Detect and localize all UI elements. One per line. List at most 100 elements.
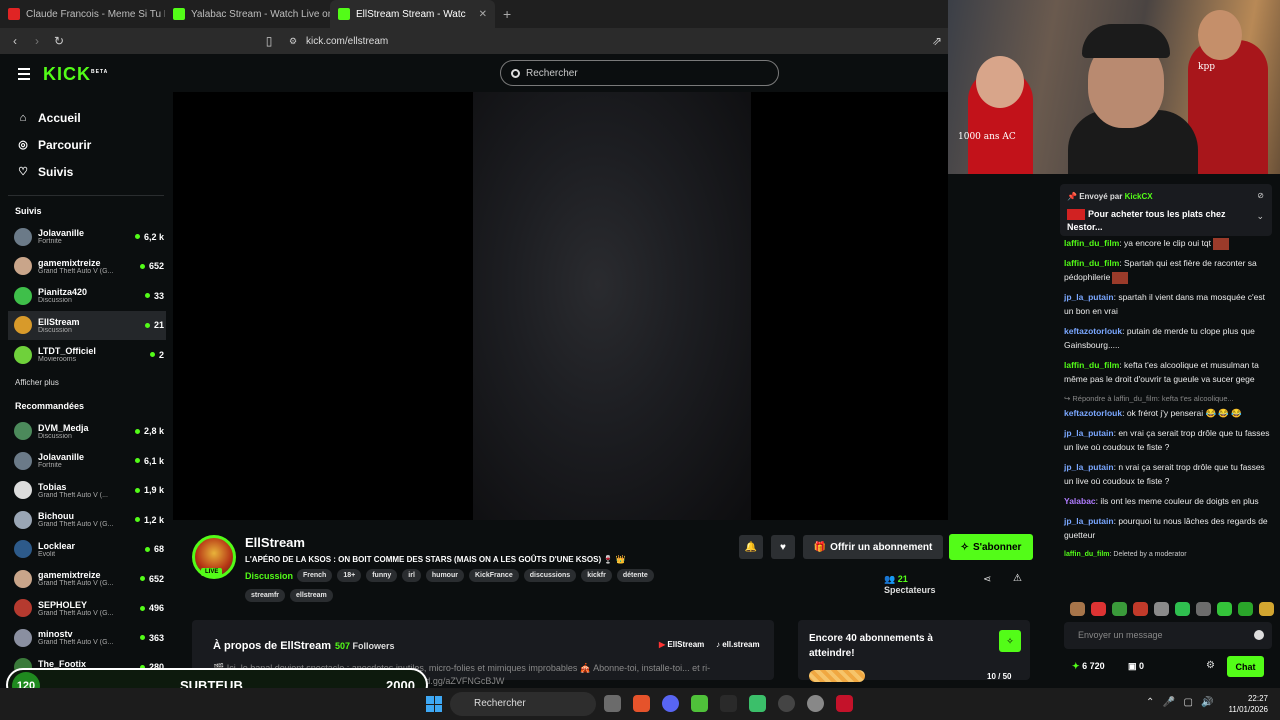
nav-home[interactable]: ⌂ Accueil [16, 104, 172, 131]
youtube-icon [8, 8, 20, 20]
channel-item[interactable]: EllStream Discussion 21 [8, 310, 166, 340]
browser-tab[interactable]: Yalabac Stream - Watch Live on Kick [165, 0, 330, 28]
channel-points[interactable]: ✦ 6 720 [1072, 661, 1105, 672]
channel-item[interactable]: Bichouu Grand Theft Auto V (G... 1,2 k [0, 505, 172, 535]
chat-username[interactable]: jp_la_putain [1064, 292, 1114, 302]
emote-icon[interactable] [1112, 602, 1127, 616]
channel-item[interactable]: LTDT_Officiel Movierooms 2 [0, 340, 172, 370]
chat-username[interactable]: jp_la_putain [1064, 428, 1114, 438]
tag-chip[interactable]: kickfr [581, 569, 612, 582]
emote-icon[interactable] [1196, 602, 1211, 616]
menu-icon[interactable] [18, 68, 30, 83]
site-info-icon[interactable]: ⚙ [286, 36, 300, 47]
show-more-link[interactable]: Afficher plus [0, 378, 172, 387]
emote-icon[interactable] [1091, 602, 1106, 616]
reload-icon[interactable]: ↻ [52, 34, 66, 48]
channel-item[interactable]: gamemixtreize Grand Theft Auto V (G... 652 [0, 564, 172, 594]
nav-following[interactable]: ♡ Suivis [16, 158, 172, 185]
emote-icon[interactable] [1154, 602, 1169, 616]
windows-start-icon[interactable] [426, 696, 442, 712]
search-input[interactable]: Rechercher [500, 60, 779, 86]
app-icon[interactable] [691, 695, 708, 712]
subscribe-button[interactable]: ✧ S'abonner [949, 534, 1033, 560]
chevron-down-icon[interactable]: ⌄ [1256, 211, 1264, 222]
channel-item[interactable]: minostv Grand Theft Auto V (G... 363 [0, 623, 172, 653]
video-player[interactable] [173, 92, 948, 520]
tag-chip[interactable]: 18+ [337, 569, 362, 582]
discord-icon[interactable] [662, 695, 679, 712]
browser-tab[interactable]: Claude Francois - Meme Si Tu Revenais [0, 0, 165, 28]
youtube-link[interactable]: ▶ EllStream [659, 640, 704, 649]
file-explorer-icon[interactable] [604, 695, 621, 712]
tag-chip[interactable]: discussions [523, 569, 577, 582]
pinned-message[interactable]: 📌 Envoyé par KickCX Pour acheter tous le… [1060, 184, 1272, 236]
tag-chip[interactable]: streamfr [245, 589, 286, 602]
emote-icon[interactable] [1259, 602, 1274, 616]
emoji-icon[interactable] [1254, 630, 1264, 640]
system-tray[interactable]: ⌃ 🎤 ▢ 🔊 [1146, 697, 1214, 708]
channel-item[interactable]: Locklear Evolit 68 [0, 535, 172, 565]
chat-username[interactable]: laffin_du_film [1064, 360, 1119, 370]
tag-chip[interactable]: humour [425, 569, 464, 582]
channel-item[interactable]: Jolavanille Fortnite 6,1 k [0, 446, 172, 476]
channel-name[interactable]: EllStream [245, 535, 305, 550]
channel-item[interactable]: Pianitza420 Discussion 33 [0, 281, 172, 311]
channel-item[interactable]: Jolavanille Fortnite 6,2 k [0, 222, 172, 252]
chat-username[interactable]: Yalabac [1064, 496, 1096, 506]
chat-username[interactable]: laffin_du_film [1064, 238, 1119, 248]
tag-chip[interactable]: French [297, 569, 333, 582]
obs-icon[interactable] [778, 695, 795, 712]
chat-send-button[interactable]: Chat [1227, 656, 1264, 677]
chat-username[interactable]: jp_la_putain [1064, 462, 1114, 472]
channel-item[interactable]: gamemixtreize Grand Theft Auto V (G... 652 [0, 252, 172, 282]
clock[interactable]: 22:27 11/01/2026 [1224, 693, 1268, 715]
forward-icon[interactable]: › [30, 34, 44, 48]
emote-icon[interactable] [1217, 602, 1232, 616]
url-field[interactable]: kick.com/ellstream [306, 36, 388, 47]
tag-chip[interactable]: détente [616, 569, 654, 582]
stream-category[interactable]: Discussion [245, 571, 293, 581]
emote-icon[interactable] [1175, 602, 1190, 616]
chat-message: jp_la_putain: pourquoi tu nous lâches de… [1064, 516, 1268, 540]
share-icon[interactable]: ⋖ [983, 574, 991, 585]
notification-bell-button[interactable]: 🔔 [739, 535, 763, 559]
emote-icon[interactable] [1133, 602, 1148, 616]
back-icon[interactable]: ‹ [8, 34, 22, 48]
tiktok-link[interactable]: ♪ ell.stream [716, 640, 760, 649]
channel-item[interactable]: DVM_Medja Discussion 2,8 k [0, 417, 172, 447]
emote-icon[interactable] [1238, 602, 1253, 616]
close-tab-icon[interactable]: ✕ [475, 9, 487, 20]
taskbar-search[interactable]: Rechercher [450, 692, 596, 716]
browser-tab-active[interactable]: EllStream Stream - Watch Live on Kick ✕ [330, 0, 495, 28]
gift-sub-button[interactable]: 🎁 Offrir un abonnement [803, 535, 943, 559]
bookmark-icon[interactable]: ▯ [262, 34, 276, 48]
hide-icon[interactable]: ⊘ [1257, 191, 1264, 200]
share-page-icon[interactable]: ⇗ [930, 34, 944, 48]
chat-username[interactable]: jp_la_putain [1064, 516, 1114, 526]
nav-browse[interactable]: ◎ Parcourir [16, 131, 172, 158]
media-player-icon[interactable] [836, 695, 853, 712]
new-tab-icon[interactable]: + [495, 6, 511, 22]
chat-username[interactable]: laffin_du_film [1064, 551, 1110, 558]
emote-icon[interactable] [1070, 602, 1085, 616]
goal-star-icon[interactable]: ✧ [999, 630, 1021, 652]
tag-chip[interactable]: KickFrance [468, 569, 519, 582]
settings-app-icon[interactable] [807, 695, 824, 712]
kick-app-icon[interactable] [720, 695, 737, 712]
follow-heart-button[interactable]: ♥ [771, 535, 795, 559]
gear-icon[interactable]: ⚙ [1206, 660, 1215, 671]
chat-input[interactable]: Envoyer un message [1064, 622, 1272, 649]
tag-chip[interactable]: irl [402, 569, 421, 582]
tag-chip[interactable]: funny [366, 569, 398, 582]
brave-icon[interactable] [633, 695, 650, 712]
chat-username[interactable]: keftazotorlouk [1064, 326, 1122, 336]
tag-chip[interactable]: ellstream [290, 589, 333, 602]
app-icon[interactable] [749, 695, 766, 712]
channel-item[interactable]: Tobias Grand Theft Auto V (... 1,9 k [0, 476, 172, 506]
chat-username[interactable]: keftazotorlouk [1064, 408, 1122, 418]
subs-count[interactable]: ▣ 0 [1128, 661, 1144, 672]
report-icon[interactable]: ⚠ [1013, 573, 1022, 584]
chat-username[interactable]: laffin_du_film [1064, 258, 1119, 268]
kick-logo[interactable]: KICKBETA [43, 64, 108, 85]
channel-item[interactable]: SEPHOLEY Grand Theft Auto V (G... 496 [0, 594, 172, 624]
